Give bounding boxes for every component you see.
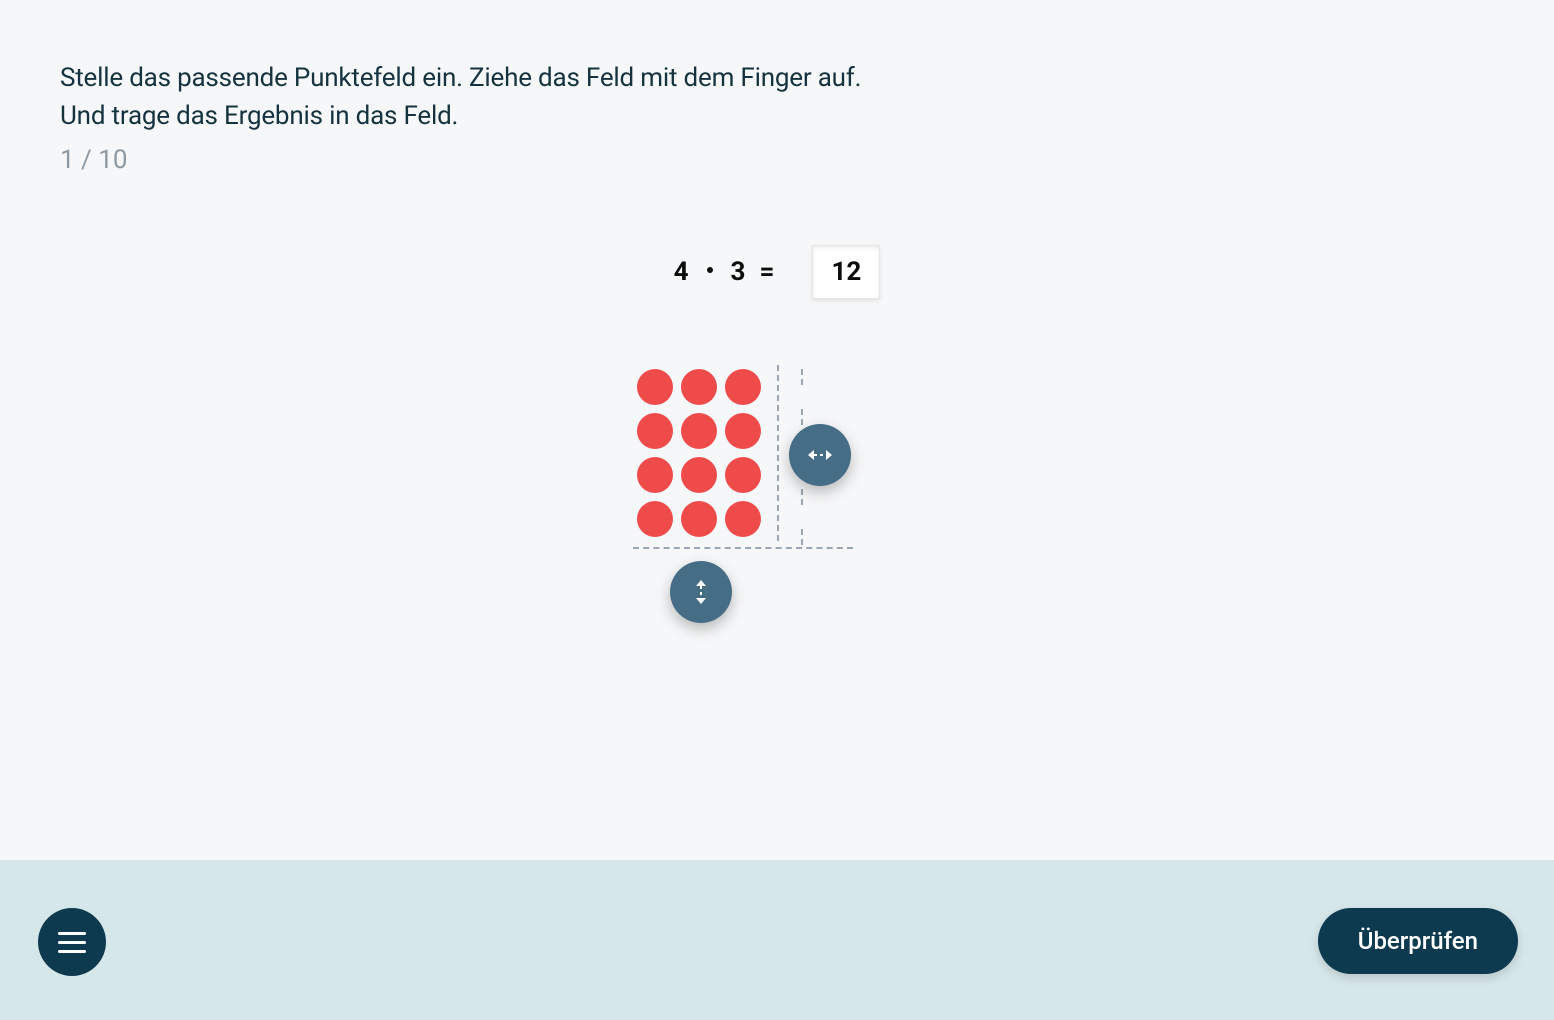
instructions-line-2: Und trage das Ergebnis in das Feld.	[60, 98, 1494, 136]
dashed-guide-horizontal	[633, 547, 853, 549]
hamburger-icon	[58, 929, 86, 956]
guide-tick	[801, 489, 803, 505]
dot-field-area	[637, 369, 917, 659]
menu-button[interactable]	[38, 908, 106, 976]
footer-bar: Überprüfen	[0, 860, 1554, 1020]
dot	[725, 413, 761, 449]
arrows-horizontal-icon	[800, 445, 840, 465]
dot	[637, 501, 673, 537]
dot	[681, 369, 717, 405]
dot	[681, 501, 717, 537]
arrows-vertical-icon	[691, 572, 711, 612]
exercise-area: 4 3 = 12	[60, 245, 1494, 659]
instructions-text: Stelle das passende Punktefeld ein. Zieh…	[60, 60, 1494, 135]
multiply-dot-icon	[707, 267, 713, 273]
guide-tick	[801, 529, 803, 545]
dashed-guide-vertical	[777, 365, 779, 541]
check-button-label: Überprüfen	[1358, 927, 1478, 955]
resize-handle-vertical[interactable]	[670, 561, 732, 623]
dot	[637, 457, 673, 493]
operand-2: 3	[731, 257, 746, 287]
dot	[725, 369, 761, 405]
dot	[725, 457, 761, 493]
instructions-line-1: Stelle das passende Punktefeld ein. Zieh…	[60, 60, 1494, 98]
equation: 4 3 = 12	[674, 245, 881, 299]
dot	[681, 457, 717, 493]
resize-handle-horizontal[interactable]	[789, 424, 851, 486]
check-button[interactable]: Überprüfen	[1318, 908, 1518, 974]
dot	[637, 369, 673, 405]
dot	[681, 413, 717, 449]
dot	[637, 413, 673, 449]
dot	[725, 501, 761, 537]
guide-tick	[801, 369, 803, 385]
answer-value: 12	[831, 257, 861, 287]
answer-input[interactable]: 12	[812, 245, 880, 299]
guide-tick	[801, 409, 803, 425]
operand-1: 4	[674, 257, 689, 287]
progress-counter: 1 / 10	[60, 145, 1494, 175]
equals-sign: =	[759, 257, 774, 287]
